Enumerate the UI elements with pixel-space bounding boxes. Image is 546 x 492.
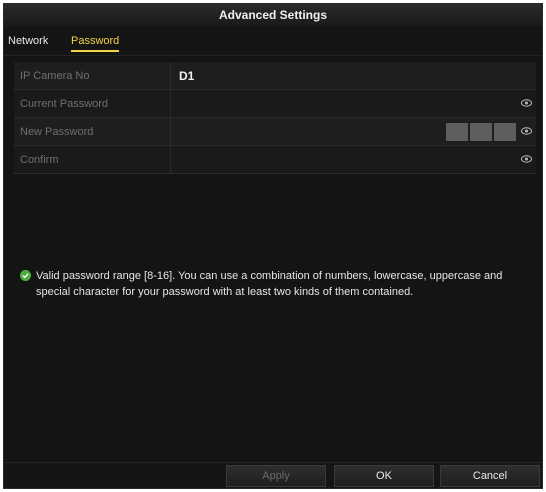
eye-icon[interactable] (521, 127, 532, 135)
password-hint: Valid password range [8-16]. You can use… (20, 268, 520, 300)
password-strength-meter (446, 123, 516, 141)
eye-icon[interactable] (521, 99, 532, 107)
new-password-row: New Password (14, 118, 536, 146)
button-bar: Apply OK Cancel (4, 462, 542, 488)
strength-segment (470, 123, 492, 141)
advanced-settings-dialog: Advanced Settings Network Password IP Ca… (3, 3, 543, 489)
tab-bar: Network Password (4, 26, 542, 56)
current-password-row: Current Password (14, 90, 536, 118)
current-password-input[interactable] (171, 90, 536, 117)
apply-button[interactable]: Apply (226, 465, 326, 487)
current-password-label: Current Password (14, 90, 171, 117)
check-circle-icon (20, 270, 31, 281)
strength-segment (494, 123, 516, 141)
tab-network[interactable]: Network (8, 35, 48, 47)
cancel-button[interactable]: Cancel (440, 465, 540, 487)
confirm-password-input[interactable] (171, 146, 536, 173)
confirm-label: Confirm (14, 146, 171, 173)
eye-icon[interactable] (521, 155, 532, 163)
ip-camera-row: IP Camera No D1 (14, 62, 536, 90)
ip-camera-label: IP Camera No (14, 62, 171, 89)
new-password-label: New Password (14, 118, 171, 145)
hint-text: Valid password range [8-16]. You can use… (36, 270, 503, 298)
tab-password[interactable]: Password (71, 35, 120, 52)
ok-button[interactable]: OK (334, 465, 434, 487)
dialog-title: Advanced Settings (4, 4, 542, 26)
password-form: IP Camera No D1 Current Password New Pas… (14, 62, 536, 174)
strength-segment (446, 123, 468, 141)
ip-camera-value: D1 (179, 69, 195, 83)
confirm-row: Confirm (14, 146, 536, 174)
